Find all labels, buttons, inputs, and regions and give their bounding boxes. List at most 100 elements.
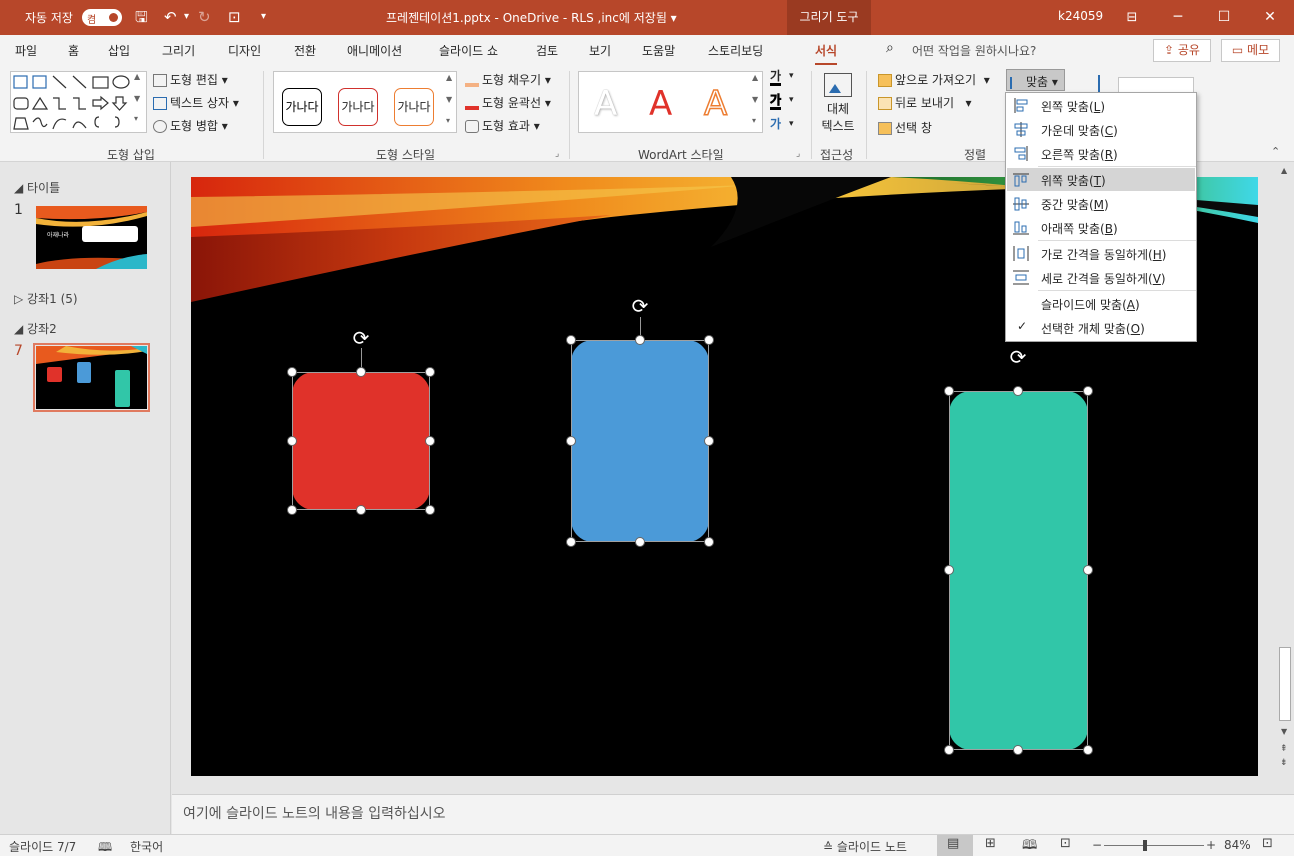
styles-more-icon[interactable]: ▾ xyxy=(446,116,450,125)
fit-to-window-icon[interactable]: ⊡ xyxy=(1262,836,1273,851)
resize-handle[interactable] xyxy=(425,436,435,446)
slide-thumbnail-1[interactable]: 아재나라 xyxy=(36,206,147,269)
rotate-handle-icon[interactable]: ⟳ xyxy=(629,295,651,317)
tab-format[interactable]: 서식 xyxy=(815,42,838,66)
menu-align-top[interactable]: 위쪽 맞춤(T) xyxy=(1007,168,1195,191)
tab-slideshow[interactable]: 슬라이드 쇼 xyxy=(439,42,498,59)
menu-align-to-slide[interactable]: 슬라이드에 맞춤(A) xyxy=(1007,292,1195,315)
present-icon[interactable]: ⊡ xyxy=(228,8,241,26)
tab-help[interactable]: 도움말 xyxy=(642,42,675,59)
notes-pane[interactable]: 여기에 슬라이드 노트의 내용을 입력하십시오 xyxy=(172,794,1294,834)
menu-align-bottom[interactable]: 아래쪽 맞춤(B) xyxy=(1007,216,1195,239)
resize-handle[interactable] xyxy=(1013,386,1023,396)
save-icon[interactable]: 🖫 xyxy=(135,8,148,26)
wordart-style-2[interactable]: A xyxy=(649,84,672,124)
resize-handle[interactable] xyxy=(635,537,645,547)
resize-handle[interactable] xyxy=(1013,745,1023,755)
shape-effects-button[interactable]: 도형 효과 ▾ xyxy=(465,117,540,134)
styles-scroll-down-icon[interactable]: ▼ xyxy=(446,95,452,104)
slide-sorter-icon[interactable]: ⊞ xyxy=(985,836,996,851)
styles-scroll-up-icon[interactable]: ▲ xyxy=(446,73,452,82)
resize-handle[interactable] xyxy=(287,367,297,377)
send-backward-button[interactable]: 뒤로 보내기 ▾ xyxy=(878,94,971,111)
zoom-out-icon[interactable]: − xyxy=(1092,838,1102,852)
edit-shape-button[interactable]: 도형 편집 ▾ xyxy=(153,71,228,88)
gallery-scroll-up-icon[interactable]: ▲ xyxy=(134,72,140,81)
redo-icon[interactable]: ↻ xyxy=(198,8,211,26)
resize-handle[interactable] xyxy=(944,386,954,396)
rotate-handle-icon[interactable]: ⟳ xyxy=(350,327,372,349)
next-slide-icon[interactable]: ⇟ xyxy=(1280,758,1288,768)
wordart-style-3[interactable]: A xyxy=(703,83,728,125)
slideshow-view-icon[interactable]: ⊡ xyxy=(1060,836,1071,851)
share-button[interactable]: ⇪ 공유 xyxy=(1153,39,1211,62)
tab-review[interactable]: 검토 xyxy=(536,42,558,59)
scroll-thumb[interactable] xyxy=(1279,647,1291,721)
text-box-button[interactable]: 텍스트 상자 ▾ xyxy=(153,94,239,111)
resize-handle[interactable] xyxy=(566,537,576,547)
ribbon-display-icon[interactable]: ⊟ xyxy=(1109,0,1155,35)
wordart-style-1[interactable]: A xyxy=(594,84,617,124)
menu-align-right[interactable]: 오른쪽 맞춤(R) xyxy=(1007,142,1195,165)
tab-animations[interactable]: 애니메이션 xyxy=(347,42,402,59)
comments-button[interactable]: ▭ 메모 xyxy=(1221,39,1280,62)
tab-insert[interactable]: 삽입 xyxy=(108,42,130,59)
language-indicator[interactable]: 한국어 xyxy=(130,838,163,855)
menu-align-left[interactable]: 왼쪽 맞춤(L) xyxy=(1007,94,1195,117)
customize-qat-icon[interactable]: ▾ xyxy=(261,8,266,26)
resize-handle[interactable] xyxy=(944,745,954,755)
menu-distribute-vertically[interactable]: 세로 간격을 동일하게(V) xyxy=(1007,266,1195,289)
zoom-in-icon[interactable]: + xyxy=(1206,838,1216,852)
resize-handle[interactable] xyxy=(425,367,435,377)
tab-storyboarding[interactable]: 스토리보딩 xyxy=(708,42,763,59)
align-button[interactable]: 맞춤 ▾ xyxy=(1006,69,1065,91)
gallery-scroll-down-icon[interactable]: ▼ xyxy=(134,94,140,103)
text-fill-button[interactable]: 가 xyxy=(770,69,782,86)
resize-handle[interactable] xyxy=(356,367,366,377)
text-effects-button[interactable]: 가 xyxy=(770,117,781,131)
resize-handle[interactable] xyxy=(1083,386,1093,396)
menu-align-center[interactable]: 가운데 맞춤(C) xyxy=(1007,118,1195,141)
zoom-slider-thumb[interactable] xyxy=(1143,840,1147,851)
tab-view[interactable]: 보기 xyxy=(589,42,611,59)
alt-text-button[interactable]: 대체 텍스트 xyxy=(818,73,858,134)
resize-handle[interactable] xyxy=(1083,565,1093,575)
resize-handle[interactable] xyxy=(704,436,714,446)
shape-styles-gallery[interactable]: 가나다 가나다 가나다 ▲ ▼ ▾ xyxy=(273,71,457,133)
wordart-more-icon[interactable]: ▾ xyxy=(752,116,756,125)
tab-draw[interactable]: 그리기 xyxy=(162,42,195,59)
close-icon[interactable]: ✕ xyxy=(1247,0,1293,35)
resize-handle[interactable] xyxy=(287,505,297,515)
text-outline-button[interactable]: 가 xyxy=(770,93,781,110)
resize-handle[interactable] xyxy=(425,505,435,515)
notes-toggle-button[interactable]: ≙ 슬라이드 노트 xyxy=(823,838,907,855)
shape-fill-button[interactable]: 도형 채우기 ▾ xyxy=(465,71,551,88)
gallery-more-icon[interactable]: ▾ xyxy=(134,114,138,123)
wordart-scroll-up-icon[interactable]: ▲ xyxy=(752,73,758,82)
tab-home[interactable]: 홈 xyxy=(68,42,79,59)
menu-align-selected-objects[interactable]: ✓ 선택한 개체 맞춤(O) xyxy=(1007,316,1195,339)
shape-style-1[interactable]: 가나다 xyxy=(282,88,322,126)
zoom-slider[interactable] xyxy=(1104,845,1204,846)
shape-outline-button[interactable]: 도형 윤곽선 ▾ xyxy=(465,94,551,111)
scroll-up-icon[interactable]: ▲ xyxy=(1281,166,1287,175)
shapes-gallery[interactable] xyxy=(10,71,147,133)
undo-icon[interactable]: ↶ xyxy=(164,8,177,26)
resize-handle[interactable] xyxy=(704,335,714,345)
resize-handle[interactable] xyxy=(566,335,576,345)
shape-styles-launcher-icon[interactable]: ⌟ xyxy=(555,149,559,159)
wordart-gallery[interactable]: A A A ▲ ▼ ▾ xyxy=(578,71,763,133)
previous-slide-icon[interactable]: ⇞ xyxy=(1280,744,1288,754)
tell-me-search[interactable]: 어떤 작업을 원하시나요? xyxy=(912,42,1036,59)
shape-style-2[interactable]: 가나다 xyxy=(338,88,378,126)
selection-pane-button[interactable]: 선택 창 xyxy=(878,119,932,136)
resize-handle[interactable] xyxy=(287,436,297,446)
slide-thumbnail-7[interactable] xyxy=(36,346,147,409)
resize-handle[interactable] xyxy=(356,505,366,515)
undo-dropdown-icon[interactable]: ▾ xyxy=(184,8,189,26)
vertical-scrollbar[interactable]: ▲ ▼ ⇞ ⇟ xyxy=(1276,162,1294,794)
maximize-icon[interactable]: ☐ xyxy=(1201,0,1247,35)
minimize-icon[interactable]: ─ xyxy=(1155,0,1201,35)
autosave-toggle[interactable]: 켬 xyxy=(82,9,122,26)
resize-handle[interactable] xyxy=(566,436,576,446)
